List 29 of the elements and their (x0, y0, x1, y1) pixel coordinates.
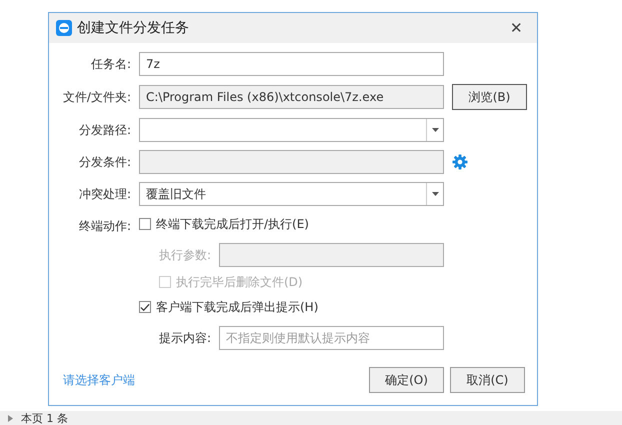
field-label: 终端动作: (78, 218, 131, 235)
dropdown-caret-icon (432, 128, 438, 132)
input-field[interactable]: 不指定则使用默认提示内容 (219, 326, 444, 350)
checkbox-label[interactable]: 终端下载完成后打开/执行(E) (156, 216, 309, 232)
dropdown[interactable] (139, 118, 444, 142)
window-title: 创建文件分发任务 (77, 19, 190, 37)
app-logo-icon (56, 20, 72, 36)
field-label: 提示内容: (158, 330, 212, 346)
field-label: 任务名: (90, 56, 131, 72)
dropdown-caret-icon (432, 192, 438, 196)
field-label: 分发条件: (78, 154, 131, 170)
checkbox[interactable] (139, 301, 151, 313)
field-label: 执行参数: (158, 246, 212, 264)
file-path-field[interactable]: C:\Program Files (x86)\xtconsole\7z.exe (139, 85, 444, 109)
close-button[interactable]: ✕ (502, 19, 531, 37)
checkbox[interactable] (139, 218, 151, 230)
dialog-button[interactable]: 确定(O) (369, 367, 444, 393)
expand-arrow-icon[interactable] (8, 414, 13, 422)
condition-field[interactable] (139, 150, 444, 174)
settings-icon[interactable] (452, 154, 468, 170)
checkbox-label[interactable]: 客户端下载完成后弹出提示(H) (156, 298, 318, 316)
status-text: 本页 1 条 (21, 410, 68, 425)
field-label: 冲突处理: (78, 186, 131, 202)
dialog-button[interactable]: 取消(C) (450, 367, 525, 393)
field-label: 分发路径: (78, 122, 131, 138)
dropdown[interactable]: 覆盖旧文件 (139, 182, 444, 206)
browse-button[interactable]: 浏览(B) (452, 84, 527, 110)
field-label: 文件/文件夹: (62, 88, 131, 106)
task-name-field[interactable]: 7z (139, 52, 444, 76)
